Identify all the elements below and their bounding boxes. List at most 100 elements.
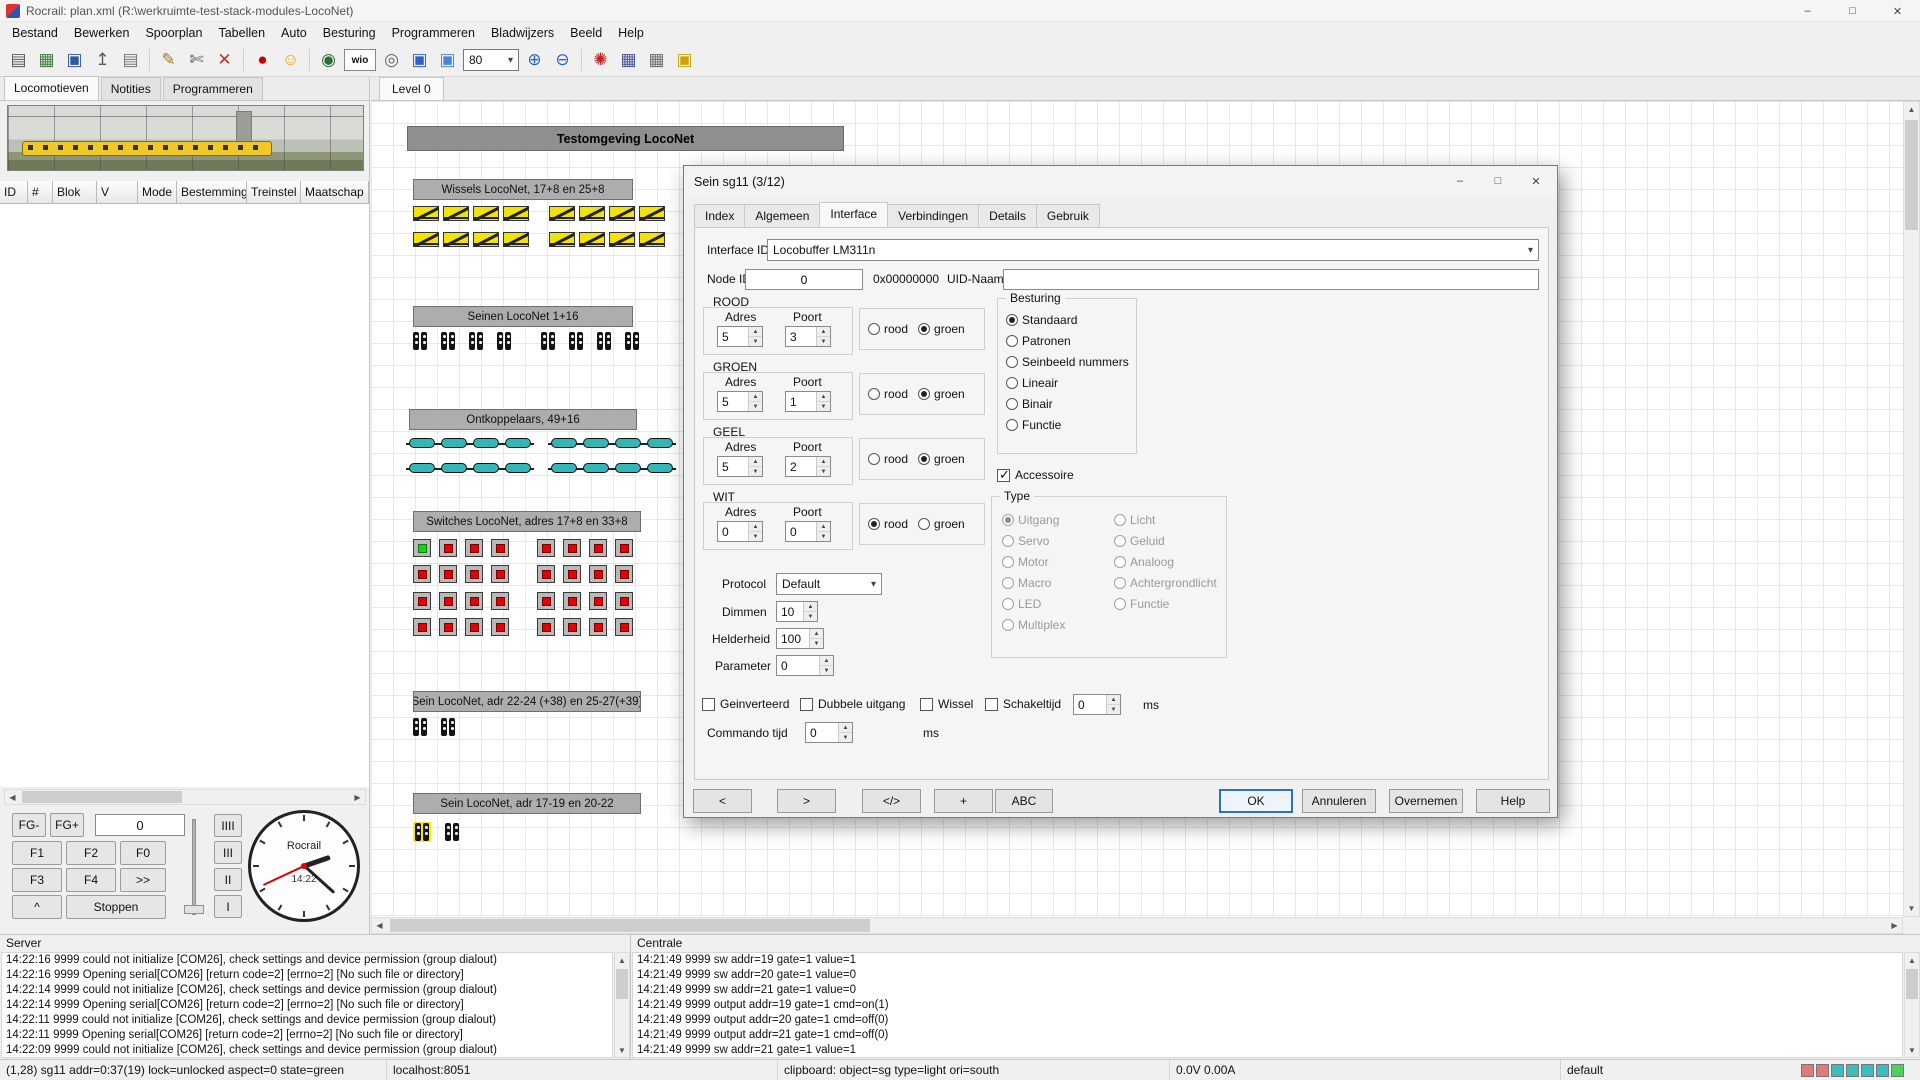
new-plan-icon[interactable]: ▤ [6, 48, 31, 73]
record-icon[interactable]: ● [250, 48, 275, 73]
rood-radio-rood[interactable]: rood [868, 322, 908, 336]
column-header-blok[interactable]: Blok [53, 181, 97, 204]
monitor-icon[interactable]: ▣ [407, 48, 432, 73]
switch-button[interactable] [589, 539, 607, 557]
spin-up-icon[interactable]: ▲ [1107, 695, 1120, 705]
export-icon[interactable]: ↥ [90, 48, 115, 73]
spin-down-icon[interactable]: ▼ [817, 337, 830, 346]
checkbox-schakeltijd[interactable]: Schakeltijd [985, 697, 1061, 711]
besturing-radio-binair[interactable]: Binair [1006, 397, 1129, 411]
column-header-treinstel[interactable]: Treinstel [247, 181, 301, 204]
schakeltijd-input[interactable]: 0▲▼ [1073, 694, 1121, 715]
accessoire-checkbox[interactable]: Accessoire [997, 468, 1074, 482]
checkbox-dubbele-uitgang[interactable]: Dubbele uitgang [800, 697, 905, 711]
spin-down-icon[interactable]: ▼ [817, 467, 830, 476]
f0-button[interactable]: F0 [120, 841, 166, 865]
stop-button[interactable]: Stoppen [66, 895, 166, 919]
power-icon[interactable]: ◉ [316, 48, 341, 73]
scroll-thumb[interactable] [22, 791, 182, 803]
speed-step-button-iiii[interactable]: IIII [214, 814, 242, 837]
switch-button[interactable] [465, 539, 483, 557]
f4-button[interactable]: F4 [66, 868, 116, 892]
fg-minus-button[interactable]: FG- [12, 813, 46, 837]
turnout-symbol[interactable] [473, 232, 499, 247]
cut-icon[interactable]: ✄ [184, 48, 209, 73]
switch-button[interactable] [615, 565, 633, 583]
adres-input-wit[interactable]: 0▲▼ [717, 521, 763, 542]
switch-button[interactable] [563, 592, 581, 610]
spin-up-icon[interactable]: ▲ [749, 327, 762, 337]
tab-level-0[interactable]: Level 0 [379, 77, 444, 100]
groen-radio-wit[interactable]: groen [918, 517, 965, 531]
dialog-tab-verbindingen[interactable]: Verbindingen [887, 204, 979, 228]
type-radio-geluid[interactable]: Geluid [1114, 534, 1217, 548]
turnout-symbol[interactable] [579, 232, 605, 247]
spin-down-icon[interactable]: ▼ [810, 639, 823, 648]
type-radio-multiplex[interactable]: Multiplex [1002, 618, 1065, 632]
decoupler-symbol[interactable] [473, 438, 499, 448]
type-radio-uitgang[interactable]: Uitgang [1002, 513, 1065, 527]
smiley-icon[interactable]: ☺ [278, 48, 303, 73]
signal-symbol[interactable] [597, 332, 611, 350]
type-radio-led[interactable]: LED [1002, 597, 1065, 611]
spin-down-icon[interactable]: ▼ [839, 733, 852, 742]
interface-id-select[interactable]: Locobuffer LM311n ▾ [767, 239, 1539, 261]
scroll-down-icon[interactable]: ▼ [1904, 901, 1919, 916]
decoupler-symbol[interactable] [551, 463, 577, 473]
besturing-radio-functie[interactable]: Functie [1006, 418, 1129, 432]
besturing-radio-lineair[interactable]: Lineair [1006, 376, 1129, 390]
signal-symbol[interactable] [413, 822, 431, 842]
table-icon[interactable]: ▦ [616, 48, 641, 73]
switch-button[interactable] [615, 618, 633, 636]
decoupler-symbol[interactable] [505, 438, 531, 448]
turnout-symbol[interactable] [549, 232, 575, 247]
switch-button[interactable] [589, 618, 607, 636]
zoom-out-icon[interactable]: ⊖ [550, 48, 575, 73]
menu-item-bewerken[interactable]: Bewerken [66, 23, 138, 43]
spin-down-icon[interactable]: ▼ [749, 402, 762, 411]
canvas-vscrollbar[interactable]: ▲ ▼ [1903, 101, 1920, 917]
speed-step-button-iii[interactable]: III [214, 841, 242, 864]
scroll-up-icon[interactable]: ▲ [1905, 953, 1919, 967]
overnemen-button[interactable]: Overnemen [1389, 789, 1463, 813]
switch-button[interactable] [413, 592, 431, 610]
turnout-symbol[interactable] [443, 206, 469, 221]
helderheid-input[interactable]: 100▲▼ [776, 628, 824, 649]
decoupler-symbol[interactable] [409, 438, 435, 448]
menu-item-bestand[interactable]: Bestand [4, 23, 66, 43]
turnout-symbol[interactable] [609, 206, 635, 221]
scroll-down-icon[interactable]: ▼ [1905, 1043, 1919, 1057]
module-icon[interactable]: ▣ [672, 48, 697, 73]
dialog-tab-gebruik[interactable]: Gebruik [1036, 204, 1100, 228]
display-icon[interactable]: ▣ [435, 48, 460, 73]
centrale-log-scrollbar[interactable]: ▲ ▼ [1904, 952, 1920, 1058]
search-icon[interactable]: ◎ [379, 48, 404, 73]
scroll-down-icon[interactable]: ▼ [615, 1043, 629, 1057]
dialog-tab-interface[interactable]: Interface [819, 202, 888, 228]
signal-symbol[interactable] [569, 332, 583, 350]
spin-up-icon[interactable]: ▲ [749, 457, 762, 467]
switch-button[interactable] [537, 592, 555, 610]
zoom-level-select[interactable]: 80▾ [463, 49, 519, 71]
adres-input-groen[interactable]: 5▲▼ [717, 391, 763, 412]
decoupler-symbol[interactable] [615, 463, 641, 473]
switch-button[interactable] [465, 592, 483, 610]
decoupler-symbol[interactable] [583, 438, 609, 448]
dialog-tab-algemeen[interactable]: Algemeen [744, 204, 820, 228]
signal-symbol[interactable] [441, 718, 455, 736]
switch-button[interactable] [413, 565, 431, 583]
speed-step-button-i[interactable]: I [214, 895, 242, 918]
switch-button[interactable] [491, 618, 509, 636]
signal-symbol[interactable] [441, 332, 455, 350]
spin-up-icon[interactable]: ▲ [804, 602, 817, 612]
decoupler-symbol[interactable] [615, 438, 641, 448]
f3-button[interactable]: F3 [12, 868, 62, 892]
menu-item-beeld[interactable]: Beeld [562, 23, 610, 43]
spin-up-icon[interactable]: ▲ [810, 629, 823, 639]
server-log-body[interactable]: 14:22:16 9999 could not initialize [COM2… [1, 952, 613, 1058]
speed-slider[interactable] [192, 819, 196, 915]
f2-button[interactable]: F2 [66, 841, 116, 865]
parameter-input[interactable]: 0▲▼ [776, 655, 834, 676]
menu-item-bladwijzers[interactable]: Bladwijzers [483, 23, 562, 43]
switch-button[interactable] [615, 592, 633, 610]
